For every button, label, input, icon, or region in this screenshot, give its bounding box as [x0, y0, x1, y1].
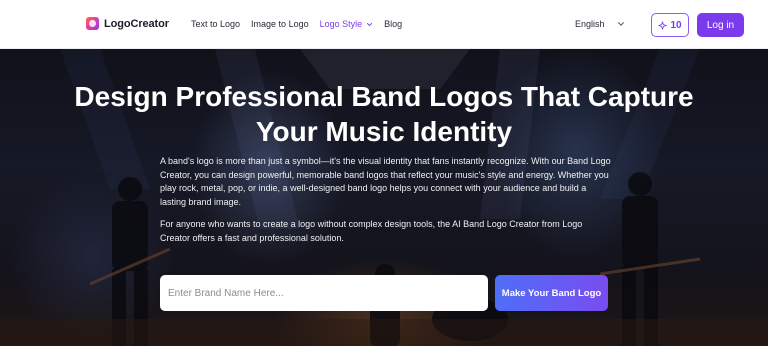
- nav-logo-style-label: Logo Style: [319, 19, 363, 29]
- logo-mark-icon: [86, 17, 99, 30]
- language-label: English: [575, 19, 605, 29]
- brand-name-input[interactable]: [160, 275, 488, 311]
- make-band-logo-button[interactable]: Make Your Band Logo: [495, 275, 608, 311]
- chevron-down-icon: [367, 22, 373, 26]
- top-header: LogoCreator Text to Logo Image to Logo L…: [0, 0, 768, 49]
- hero-section: Design Professional Band Logos That Capt…: [0, 49, 768, 346]
- language-selector[interactable]: English: [575, 19, 625, 29]
- nav-image-to-logo[interactable]: Image to Logo: [251, 19, 309, 29]
- credits-button[interactable]: 10: [651, 13, 689, 37]
- login-button[interactable]: Log in: [697, 13, 744, 37]
- main-nav: Text to Logo Image to Logo Logo Style Bl…: [191, 19, 413, 29]
- hero-title: Design Professional Band Logos That Capt…: [74, 81, 694, 147]
- nav-blog[interactable]: Blog: [384, 19, 402, 29]
- nav-logo-style[interactable]: Logo Style: [320, 19, 374, 29]
- brand-logo[interactable]: LogoCreator: [86, 17, 169, 30]
- hero-paragraph-2: For anyone who wants to create a logo wi…: [160, 219, 583, 243]
- hero-description: A band's logo is more than just a symbol…: [160, 155, 612, 246]
- chevron-down-icon: [617, 22, 624, 26]
- credits-count: 10: [670, 19, 682, 31]
- brand-name: LogoCreator: [104, 17, 169, 30]
- nav-text-to-logo[interactable]: Text to Logo: [191, 19, 240, 29]
- sparkle-icon: [658, 20, 668, 30]
- hero-paragraph-1: A band's logo is more than just a symbol…: [160, 156, 611, 207]
